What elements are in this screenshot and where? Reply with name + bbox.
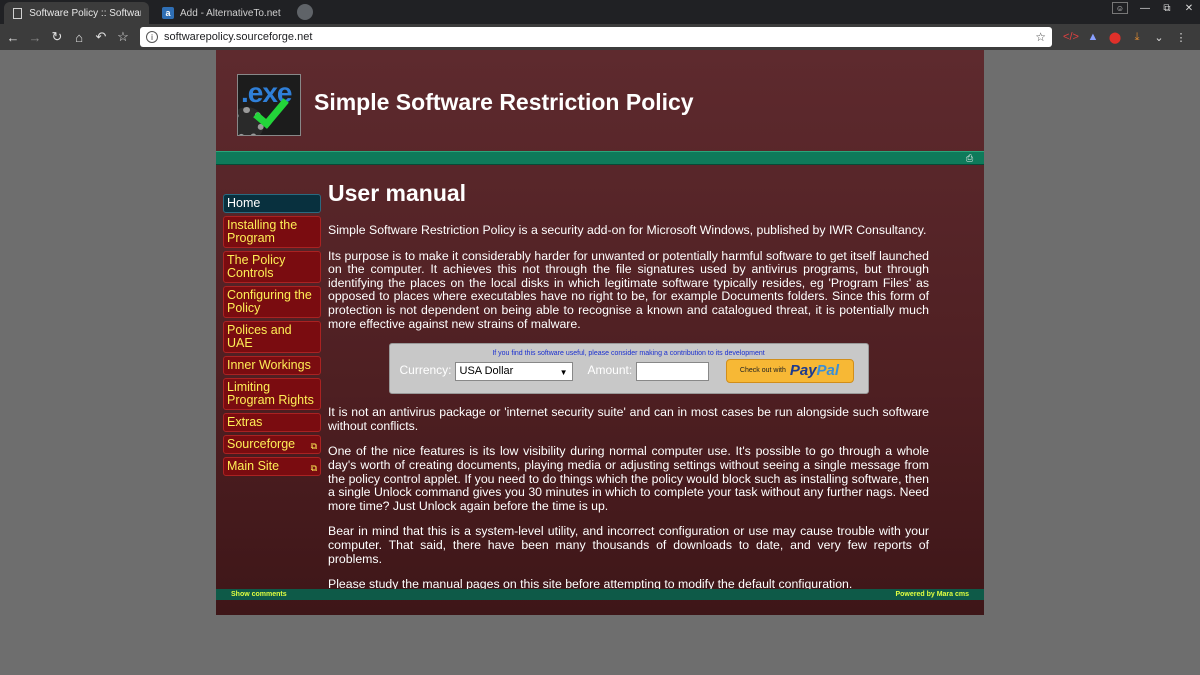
features-paragraph: One of the nice features is its low visi… bbox=[328, 444, 929, 513]
close-icon[interactable]: ✕ bbox=[1178, 0, 1200, 16]
browser-toolbar: ← → ↻ ⌂ ↶ ☆ i softwarepolicy.sourceforge… bbox=[0, 24, 1200, 50]
show-comments-link[interactable]: Show comments bbox=[231, 591, 287, 598]
page-title: User manual bbox=[328, 180, 467, 206]
paypal-pal-text: Pal bbox=[816, 362, 840, 380]
minimize-icon[interactable]: — bbox=[1134, 0, 1156, 16]
sidebar-item-label: Installing the Program bbox=[227, 218, 298, 245]
warning-paragraph: Bear in mind that this is a system-level… bbox=[328, 524, 929, 566]
purpose-paragraph: Its purpose is to make it considerably h… bbox=[328, 248, 929, 331]
forward-icon[interactable]: → bbox=[24, 26, 46, 48]
profile-icon[interactable]: ☺ bbox=[1112, 2, 1128, 14]
undo-icon[interactable]: ↶ bbox=[90, 26, 112, 48]
download-icon[interactable]: ⤓ bbox=[1126, 27, 1148, 47]
sidebar-item-main-site[interactable]: Main Site ⧉ bbox=[223, 457, 321, 476]
paypal-logo: PayPal bbox=[789, 362, 840, 380]
sidebar-item-label: Limiting Program Rights bbox=[227, 380, 314, 407]
browser-tabstrip: Software Policy :: Software a Add - Alte… bbox=[0, 0, 1200, 24]
document-icon bbox=[12, 7, 23, 19]
powered-by-link[interactable]: Powered by Mara cms bbox=[895, 591, 969, 598]
print-icon[interactable]: ⎙ bbox=[966, 153, 977, 163]
menu-icon[interactable]: ⋮ bbox=[1170, 27, 1192, 47]
restore-icon[interactable]: ⧉ bbox=[1156, 0, 1178, 16]
window-controls: ☺ — ⧉ ✕ bbox=[1112, 0, 1200, 16]
tab-title: Software Policy :: Software bbox=[29, 7, 141, 19]
sidebar-nav: Home Installing the Program The Policy C… bbox=[223, 194, 321, 479]
sidebar-item-label: Sourceforge bbox=[227, 437, 296, 451]
url-text: softwarepolicy.sourceforge.net bbox=[164, 31, 313, 43]
sidebar-item-home[interactable]: Home bbox=[223, 194, 321, 213]
sidebar-item-label: Inner Workings bbox=[227, 358, 311, 372]
site-title: Simple Software Restriction Policy bbox=[314, 89, 694, 115]
external-link-icon: ⧉ bbox=[310, 463, 317, 473]
checkout-label: Check out with bbox=[739, 367, 786, 375]
sidebar-item-configuring[interactable]: Configuring the Policy bbox=[223, 286, 321, 318]
sidebar-item-label: Extras bbox=[227, 415, 263, 429]
home-icon[interactable]: ⌂ bbox=[68, 26, 90, 48]
sidebar-item-label: Polices and UAE bbox=[227, 323, 292, 350]
sidebar-item-polices-uae[interactable]: Polices and UAE bbox=[223, 321, 321, 353]
main-content: User manual Simple Software Restriction … bbox=[328, 178, 929, 604]
star-icon[interactable]: ☆ bbox=[1035, 30, 1046, 44]
currency-label: Currency: bbox=[399, 363, 452, 378]
chevron-down-icon[interactable]: ⌄ bbox=[1148, 27, 1170, 47]
toolbar-strip: ⎙ bbox=[216, 151, 984, 165]
bookmark-star-icon[interactable]: ☆ bbox=[112, 26, 134, 48]
antivirus-paragraph: It is not an antivirus package or 'inter… bbox=[328, 405, 929, 433]
page-container: .exe Simple Software Restriction Policy … bbox=[216, 50, 984, 615]
sidebar-item-limiting-rights[interactable]: Limiting Program Rights bbox=[223, 378, 321, 410]
address-bar[interactable]: i softwarepolicy.sourceforge.net ☆ bbox=[140, 27, 1052, 47]
external-link-icon: ⧉ bbox=[310, 441, 317, 451]
extension-pin-icon[interactable]: ⬤ bbox=[1104, 27, 1126, 47]
donation-box: If you find this software useful, please… bbox=[388, 343, 869, 395]
tab-software-policy[interactable]: Software Policy :: Software bbox=[4, 2, 149, 24]
alternativeto-icon: a bbox=[162, 7, 174, 19]
back-icon[interactable]: ← bbox=[2, 26, 24, 48]
currency-value: USA Dollar bbox=[459, 365, 514, 378]
reload-icon[interactable]: ↻ bbox=[46, 26, 68, 48]
site-info-icon[interactable]: i bbox=[146, 31, 158, 43]
sidebar-item-label: Main Site bbox=[227, 459, 280, 473]
paypal-pay-text: Pay bbox=[789, 362, 817, 380]
extension-arrow-icon[interactable]: ▲ bbox=[1082, 27, 1104, 47]
amount-input[interactable] bbox=[635, 362, 709, 382]
page-footer: Show comments Powered by Mara cms bbox=[216, 589, 984, 600]
new-tab-button[interactable] bbox=[297, 4, 313, 20]
sidebar-item-sourceforge[interactable]: Sourceforge ⧉ bbox=[223, 435, 321, 454]
sidebar-item-installing[interactable]: Installing the Program bbox=[223, 216, 321, 248]
sidebar-item-policy-controls[interactable]: The Policy Controls bbox=[223, 251, 321, 283]
site-header: .exe Simple Software Restriction Policy bbox=[216, 50, 984, 151]
sidebar-item-label: Configuring the Policy bbox=[227, 288, 312, 315]
tab-alternativeto[interactable]: a Add - AlternativeTo.net bbox=[154, 2, 294, 24]
dropdown-arrow-icon: ▼ bbox=[559, 368, 568, 378]
sidebar-item-inner-workings[interactable]: Inner Workings bbox=[223, 356, 321, 375]
site-logo[interactable]: .exe bbox=[237, 74, 301, 136]
tab-title: Add - AlternativeTo.net bbox=[180, 7, 281, 19]
sidebar-item-label: Home bbox=[227, 196, 261, 210]
sidebar-item-extras[interactable]: Extras bbox=[223, 413, 321, 432]
paypal-checkout-button[interactable]: Check out with PayPal bbox=[725, 359, 854, 384]
intro-paragraph: Simple Software Restriction Policy is a … bbox=[328, 223, 927, 237]
sidebar-item-label: The Policy Controls bbox=[227, 253, 286, 280]
currency-select[interactable]: USA Dollar ▼ bbox=[454, 362, 573, 382]
extensions-area: </> ▲ ⬤ ⤓ ⌄ ⋮ bbox=[1060, 27, 1192, 47]
amount-label: Amount: bbox=[587, 363, 633, 378]
extension-code-icon[interactable]: </> bbox=[1060, 27, 1082, 47]
